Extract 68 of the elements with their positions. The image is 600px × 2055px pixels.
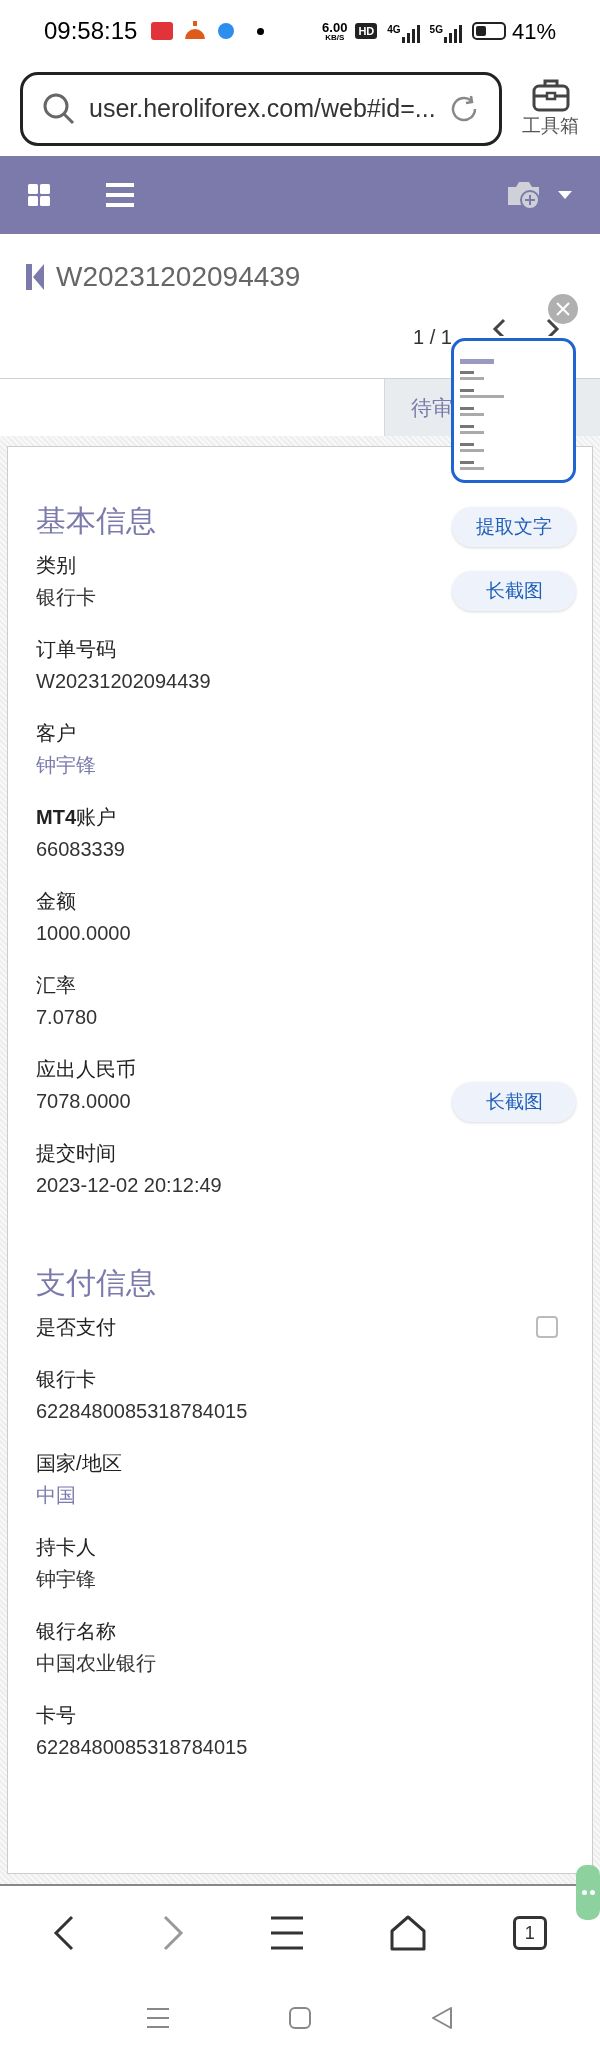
- field-value: 7.0780: [36, 1005, 98, 1030]
- previous-icon[interactable]: [492, 318, 506, 336]
- pager-count: 1 / 1: [413, 325, 452, 350]
- app-notification-icon: [217, 22, 236, 40]
- home-icon[interactable]: [390, 1915, 427, 1951]
- field-label: 提交时间: [36, 1141, 116, 1166]
- checkbox[interactable]: [536, 1316, 558, 1338]
- app-notification-icon: [183, 21, 208, 41]
- recent-apps-icon[interactable]: [147, 2007, 169, 2028]
- field-label: 订单号码: [36, 637, 116, 662]
- home-square-icon[interactable]: [289, 2006, 311, 2029]
- record-title: W20231202094439: [56, 260, 301, 294]
- field-value: W20231202094439: [36, 669, 211, 694]
- field-label: 类别: [36, 553, 76, 578]
- toolbox-button[interactable]: 工具箱: [522, 77, 579, 141]
- field-label: 汇率: [36, 973, 76, 998]
- network-type: 5G: [429, 23, 443, 37]
- app-notification-icon: [151, 22, 174, 40]
- section-heading: 基本信息: [36, 503, 156, 539]
- network-type: 4G: [387, 23, 401, 37]
- battery-percent: 41%: [511, 17, 556, 46]
- reload-icon[interactable]: [449, 94, 479, 124]
- network-speed-unit: KB/S: [325, 33, 345, 42]
- next-icon[interactable]: [546, 318, 560, 336]
- address-bar[interactable]: user.heroliforex.com/web#id=...: [20, 72, 502, 146]
- field-label: 银行卡: [36, 1367, 96, 1392]
- url-text: user.heroliforex.com/web#id=...: [89, 93, 437, 125]
- hd-badge: HD: [355, 22, 378, 40]
- field-label: 应出人民币: [36, 1057, 136, 1082]
- field-label: 持卡人: [36, 1535, 96, 1560]
- search-icon: [43, 93, 75, 125]
- toolbox-icon: [531, 77, 570, 112]
- first-record-icon[interactable]: [26, 264, 46, 290]
- status-time: 09:58:15: [44, 16, 138, 46]
- long-screenshot-button[interactable]: 长截图: [452, 1082, 576, 1122]
- field-value: 银行卡: [36, 585, 96, 610]
- network-speed: 6.00: [322, 20, 348, 34]
- field-label: 银行名称: [36, 1619, 116, 1644]
- apps-icon[interactable]: [28, 184, 50, 206]
- field-label: 客户: [36, 721, 76, 746]
- field-value: 1000.0000: [36, 921, 131, 946]
- dropdown-caret-icon[interactable]: [558, 191, 572, 199]
- menu-icon[interactable]: [269, 1916, 304, 1950]
- field-value: 钟宇锋: [36, 1567, 96, 1592]
- forward-icon[interactable]: [161, 1915, 184, 1951]
- field-value: 66083339: [36, 837, 125, 862]
- signal-icon: [401, 25, 420, 43]
- tabs-count-button[interactable]: 1: [512, 1916, 547, 1950]
- battery-icon: [471, 22, 506, 40]
- field-label: 金额: [36, 889, 76, 914]
- long-screenshot-button[interactable]: 长截图: [452, 571, 576, 611]
- field-value: 7078.0000: [36, 1089, 131, 1114]
- screenshot-preview-popup[interactable]: [451, 338, 576, 483]
- field-label: 国家/地区: [36, 1451, 122, 1476]
- signal-icon: [443, 25, 462, 43]
- field-value: 6228480085318784015: [36, 1735, 248, 1760]
- field-link[interactable]: 钟宇锋: [36, 749, 96, 781]
- section-heading: 支付信息: [36, 1265, 156, 1301]
- back-icon[interactable]: [53, 1915, 76, 1951]
- field-link[interactable]: 中国: [36, 1479, 76, 1511]
- field-value: 中国农业银行: [36, 1651, 156, 1676]
- extract-text-button[interactable]: 提取文字: [452, 507, 576, 547]
- field-value: 2023-12-02 20:12:49: [36, 1173, 222, 1198]
- field-label: MT4账户: [36, 805, 116, 830]
- back-triangle-icon[interactable]: [431, 2006, 453, 2029]
- field-label: 是否支付: [36, 1315, 117, 1340]
- field-value: 6228480085318784015: [36, 1399, 248, 1424]
- field-label: 卡号: [36, 1703, 76, 1728]
